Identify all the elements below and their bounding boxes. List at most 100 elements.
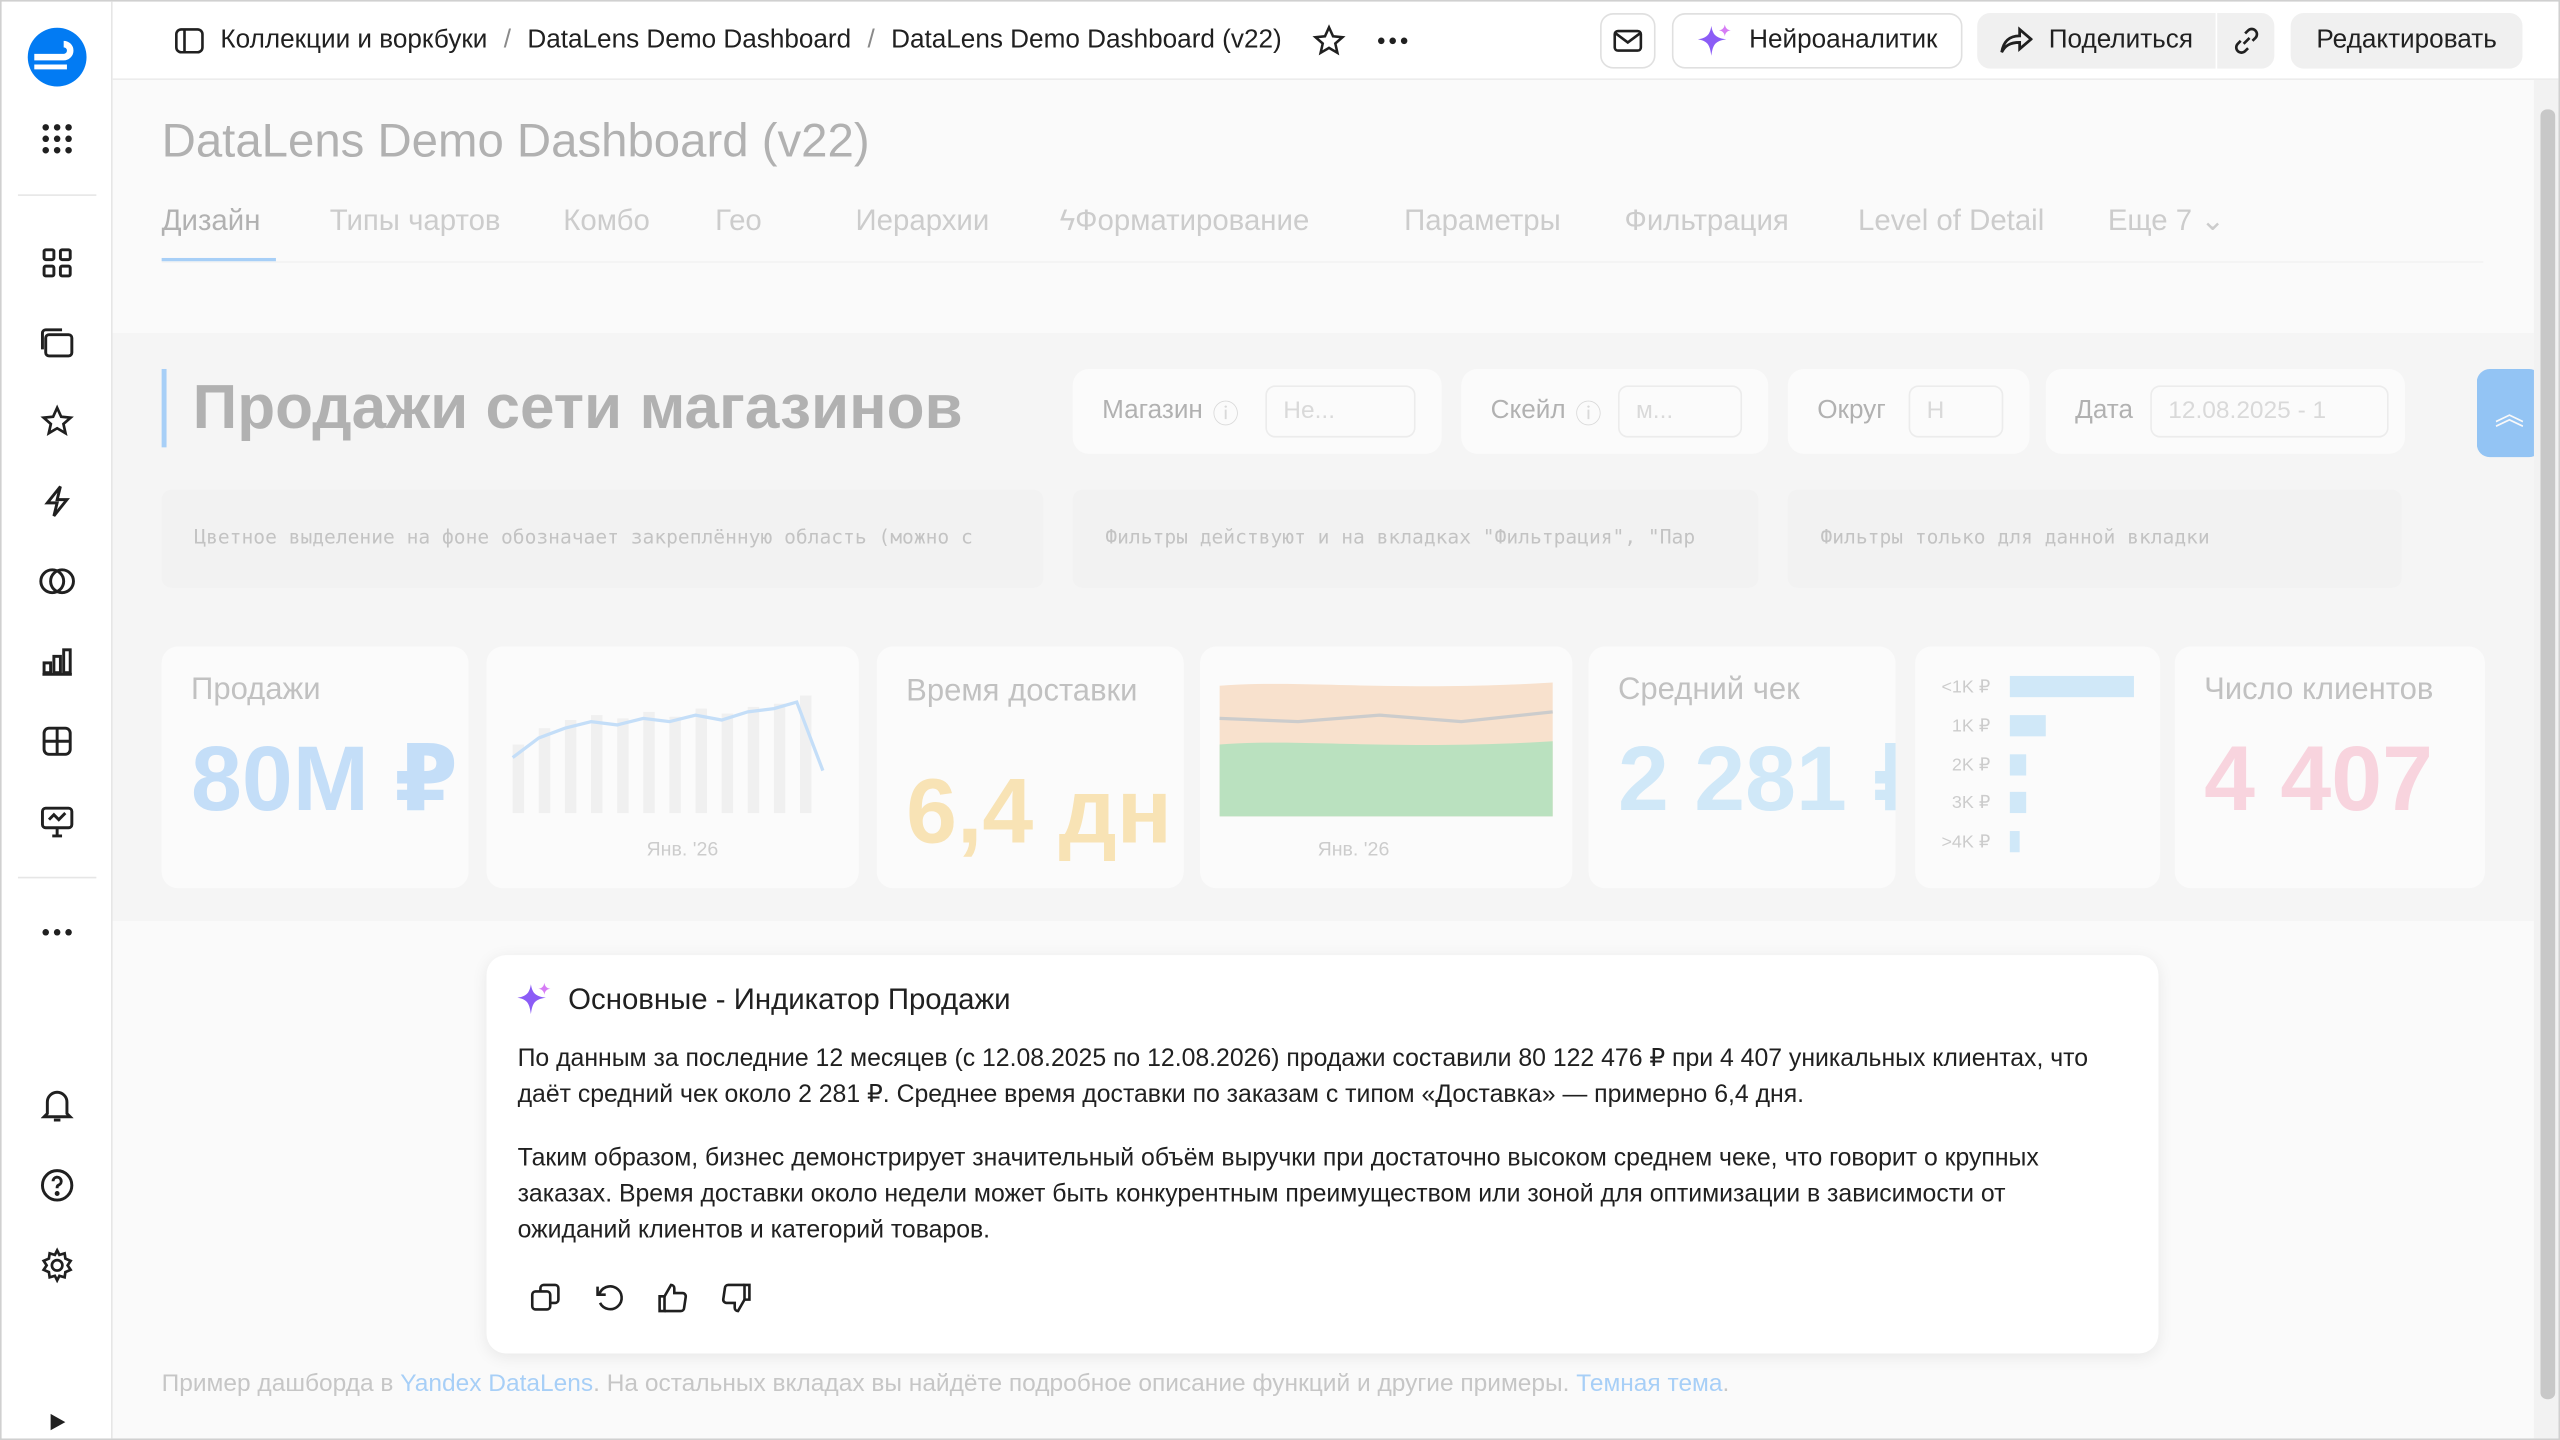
copy-link-button[interactable]	[2217, 13, 2275, 69]
footer-dark-theme-link[interactable]: Темная тема	[1576, 1370, 1722, 1398]
lightning-icon: ϟ	[1059, 204, 1076, 237]
table-icon[interactable]	[38, 722, 77, 761]
date-range-field[interactable]: 12.08.2025 - 1	[2150, 385, 2389, 438]
thumbs-up-icon[interactable]	[656, 1282, 689, 1315]
more-tabs-label: Еще 7	[2107, 204, 2193, 237]
collapse-pinned-button[interactable]: ︽	[2476, 368, 2543, 458]
filter-label: Округ	[1817, 396, 1886, 425]
bar-label: 3K ₽	[1952, 792, 1990, 812]
kpi-delivery[interactable]: Время доставки 6,4 дн	[876, 646, 1184, 889]
copy-icon[interactable]	[529, 1282, 562, 1315]
scrollbar-thumb[interactable]	[2540, 109, 2556, 1400]
edit-button[interactable]: Редактировать	[2290, 13, 2523, 69]
pinned-section: Продажи сети магазинов Магазин ⓘ Не... Ск…	[112, 333, 2534, 921]
subscribe-button[interactable]	[1600, 13, 1656, 69]
datasets-icon[interactable]	[38, 562, 77, 601]
filter-select[interactable]: м...	[1618, 385, 1743, 438]
page-scrollbar[interactable]	[2533, 80, 2559, 1439]
note-filters: Фильтры действуют и на вкладках "Фильтра…	[1072, 489, 1759, 588]
mail-icon	[1613, 29, 1643, 52]
more-actions-icon[interactable]	[1376, 36, 1409, 46]
tab-formatting[interactable]: ϟФорматирование	[1060, 204, 1310, 238]
page-title: DataLens Demo Dashboard (v22)	[161, 115, 870, 169]
monitor-icon[interactable]	[38, 802, 77, 841]
filter-district[interactable]: Округ Н	[1787, 368, 2030, 454]
sidebar-toggle-icon[interactable]	[175, 28, 204, 54]
star-icon[interactable]	[38, 402, 77, 441]
kpi-average-check[interactable]: Средний чек 2 281 ₽	[1588, 646, 1896, 889]
tab-parameters[interactable]: Параметры	[1404, 204, 1561, 238]
kpi-value: 2 281 ₽	[1618, 726, 1896, 830]
bar-label: <1K ₽	[1941, 676, 1990, 696]
expand-rail-icon[interactable]	[38, 1402, 77, 1438]
help-icon[interactable]	[38, 1166, 77, 1205]
sales-trend-chart[interactable]: Янв. '26	[486, 646, 859, 889]
bar-chart-svg: <1K ₽ 1K ₽ 2K ₽ 3K ₽ >4K ₽	[1941, 675, 2134, 853]
dashboard-icon[interactable]	[38, 243, 77, 282]
filter-select[interactable]: Не...	[1265, 385, 1416, 438]
footer-datalens-link[interactable]: Yandex DataLens	[400, 1370, 593, 1398]
edit-label: Редактировать	[2316, 26, 2497, 54]
tab-filtering[interactable]: Фильтрация	[1625, 204, 1789, 238]
filter-date[interactable]: Дата 12.08.2025 - 1	[2045, 368, 2405, 454]
axis-label: Янв. '26	[647, 839, 719, 861]
tab-geo[interactable]: Гео	[715, 204, 762, 238]
trend-chart-svg: Янв. '26	[511, 695, 825, 861]
filter-label: Магазин	[1102, 396, 1203, 425]
settings-gear-icon[interactable]	[38, 1246, 77, 1285]
footer-text: . На остальных вкладах вы найдёте подроб…	[593, 1369, 1577, 1398]
bar-label: 2K ₽	[1952, 755, 1990, 775]
check-distribution-chart[interactable]: <1K ₽ 1K ₽ 2K ₽ 3K ₽ >4K ₽	[1915, 646, 2161, 889]
area-chart[interactable]: Янв. '26	[1200, 646, 1573, 889]
ai-paragraph: По данным за последние 12 месяцев (с 12.…	[517, 1044, 2089, 1109]
section-title: Продажи сети магазинов	[161, 368, 963, 448]
kpi-value: 80М ₽	[191, 726, 458, 830]
left-rail	[1, 1, 113, 1439]
neuroanalyst-button[interactable]: Нейроаналитик	[1671, 13, 1963, 69]
share-button[interactable]: Поделиться	[1977, 13, 2216, 69]
tab-design[interactable]: Дизайн	[162, 204, 261, 238]
apps-grid-icon[interactable]	[38, 119, 77, 158]
tab-chart-types[interactable]: Типы чартов	[330, 204, 501, 238]
breadcrumb-separator: /	[503, 26, 512, 54]
thumbs-down-icon[interactable]	[720, 1282, 753, 1315]
sparkle-icon	[517, 982, 551, 1015]
app-root: Коллекции и воркбуки / DataLens Demo Das…	[0, 0, 2560, 1440]
filter-label: Скейл	[1490, 396, 1566, 425]
favorite-star-icon[interactable]	[1311, 23, 1347, 59]
regenerate-icon[interactable]	[593, 1282, 626, 1315]
kpi-label: Время доставки	[906, 674, 1138, 709]
breadcrumb-collections[interactable]: Коллекции и воркбуки	[220, 26, 487, 55]
breadcrumb: Коллекции и воркбуки / DataLens Demo Das…	[175, 23, 1409, 59]
ai-card-header: Основные - Индикатор Продажи	[516, 981, 1011, 1017]
lightning-icon[interactable]	[38, 482, 77, 521]
kpi-label: Число клиентов	[2204, 672, 2434, 707]
filter-select[interactable]: Н	[1908, 385, 2004, 438]
tab-combo[interactable]: Комбо	[563, 204, 650, 238]
info-icon: ⓘ	[1575, 401, 1602, 430]
footer-text: .	[1722, 1369, 1730, 1398]
filter-scale[interactable]: Скейл ⓘ м...	[1461, 368, 1769, 454]
tab-lod[interactable]: Level of Detail	[1858, 204, 2044, 238]
kpi-value: 6,4 дн	[906, 759, 1172, 863]
breadcrumb-workbook[interactable]: DataLens Demo Dashboard	[527, 26, 851, 55]
ai-card-actions	[529, 1282, 753, 1315]
kpi-sales[interactable]: Продажи 80М ₽	[161, 646, 469, 889]
collections-icon[interactable]	[38, 323, 77, 362]
chevron-down-icon: ⌄	[2200, 204, 2225, 237]
active-tab-indicator	[161, 257, 276, 262]
chevrons-up-icon: ︽	[2494, 398, 2525, 432]
kpi-clients[interactable]: Число клиентов 4 407	[2174, 646, 2485, 889]
footer-note: Пример дашборда в Yandex DataLens. На ос…	[162, 1370, 1730, 1398]
more-icon[interactable]	[38, 913, 77, 952]
tab-more[interactable]: Еще 7 ⌄	[2108, 204, 2225, 238]
datalens-logo[interactable]	[24, 24, 89, 89]
tab-hierarchies[interactable]: Иерархии	[856, 204, 990, 238]
rail-divider	[17, 876, 97, 879]
bell-icon[interactable]	[38, 1086, 77, 1125]
filter-store[interactable]: Магазин ⓘ Не...	[1072, 368, 1442, 454]
bar-label: 1K ₽	[1952, 715, 1990, 735]
charts-icon[interactable]	[38, 642, 77, 681]
ai-insight-card: Основные - Индикатор Продажи По данным з…	[486, 955, 2159, 1354]
ai-paragraph: Таким образом, бизнес демонстрирует знач…	[517, 1144, 2039, 1245]
